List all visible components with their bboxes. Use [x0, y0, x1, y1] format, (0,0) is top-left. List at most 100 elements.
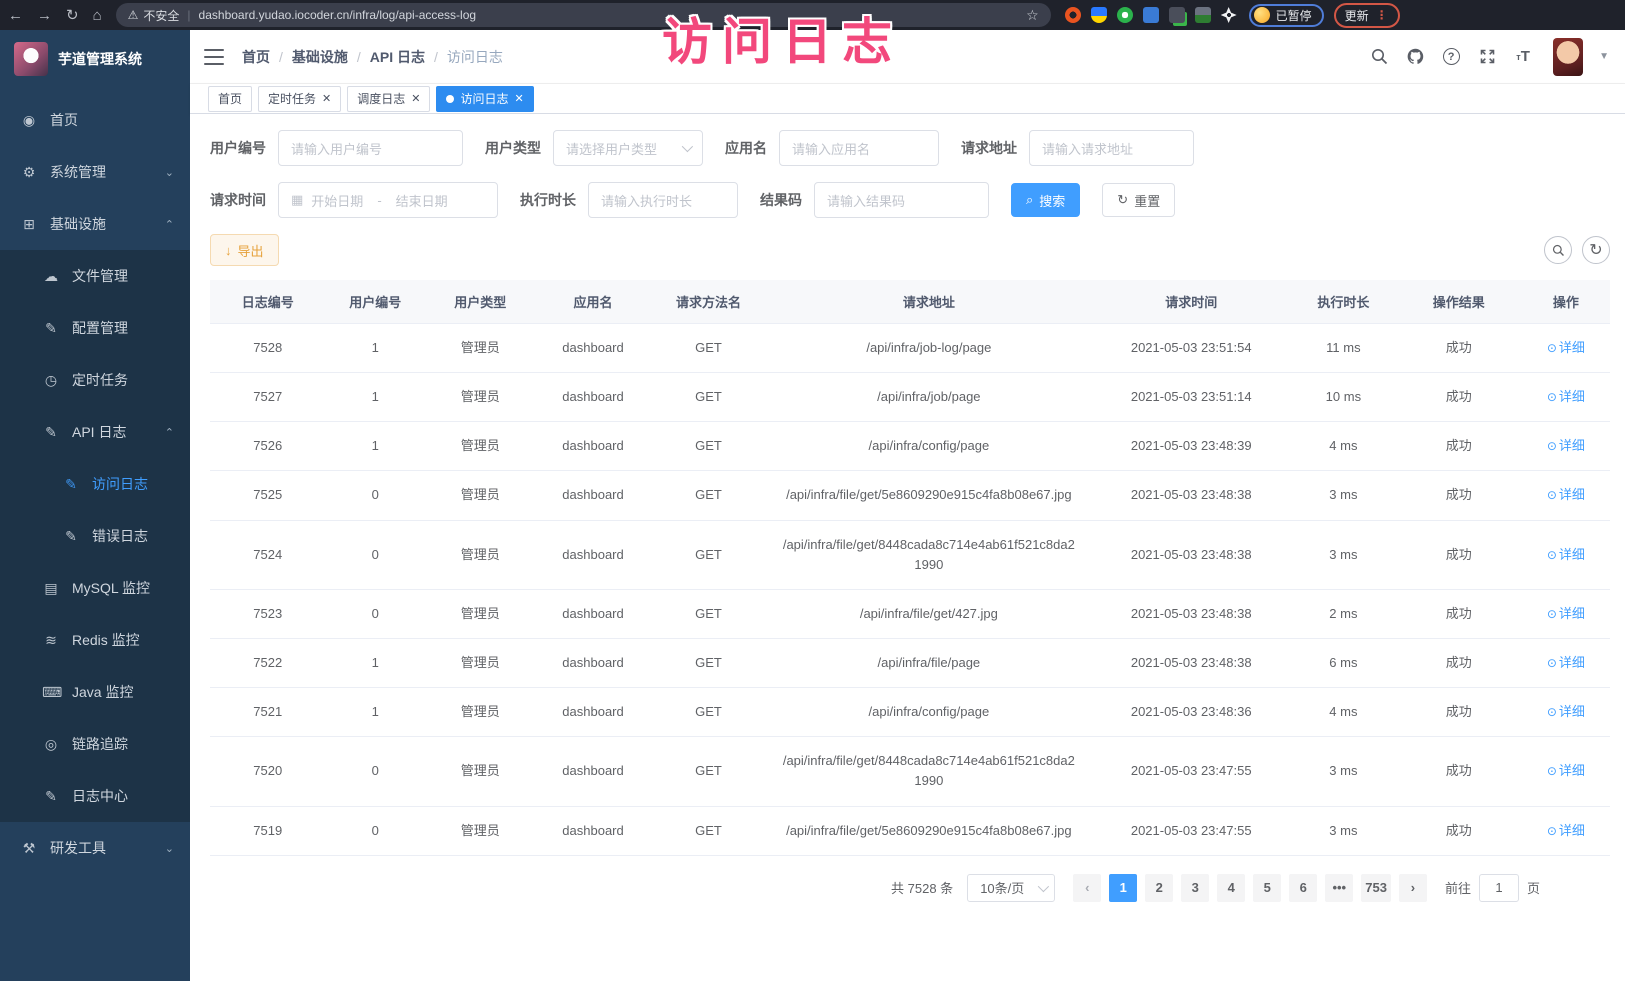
用户编号-input[interactable]: 请输入用户编号: [278, 130, 463, 166]
sidebar-item-5[interactable]: ◷定时任务: [0, 354, 190, 406]
sidebar-item-1[interactable]: ⚙系统管理⌄: [0, 146, 190, 198]
reset-button[interactable]: ↻重置: [1102, 183, 1175, 217]
page-button-5[interactable]: 5: [1253, 874, 1281, 902]
column-header-6: 请求时间: [1092, 280, 1291, 324]
page-size-select[interactable]: 10条/页: [967, 874, 1055, 902]
close-icon[interactable]: ✕: [515, 92, 524, 105]
breadcrumb-item[interactable]: 首页: [242, 47, 270, 67]
应用名-input[interactable]: 请输入应用名: [779, 130, 939, 166]
extension-icon[interactable]: [1091, 7, 1107, 23]
table-row: 75190管理员dashboardGET/api/infra/file/get/…: [210, 806, 1610, 855]
search-icon[interactable]: [1369, 47, 1389, 67]
jump-page-input[interactable]: 1: [1479, 874, 1519, 902]
detail-link[interactable]: ⊙详细: [1547, 389, 1585, 404]
next-page-button[interactable]: ›: [1399, 874, 1427, 902]
detail-link[interactable]: ⊙详细: [1547, 340, 1585, 355]
page-button-2[interactable]: 2: [1145, 874, 1173, 902]
fullscreen-icon[interactable]: [1477, 47, 1497, 67]
breadcrumb-item[interactable]: 基础设施: [292, 47, 348, 67]
profile-paused-badge[interactable]: 已暂停: [1249, 4, 1324, 27]
sidebar-item-9[interactable]: ▤MySQL 监控: [0, 562, 190, 614]
browser-menu-icon[interactable]: ⋮: [1376, 8, 1389, 22]
extension-icon[interactable]: [1169, 7, 1185, 23]
toggle-search-button[interactable]: [1544, 236, 1572, 264]
执行时长-input[interactable]: 请输入执行时长: [588, 182, 738, 218]
search-button[interactable]: ⌕搜索: [1011, 183, 1080, 217]
结果码-input[interactable]: 请输入结果码: [814, 182, 989, 218]
cell-user_type: 管理员: [425, 806, 535, 855]
refresh-button[interactable]: ↻: [1582, 236, 1610, 264]
date-range-picker[interactable]: ▦开始日期-结束日期: [278, 182, 498, 218]
app-logo[interactable]: 芋道管理系统: [0, 30, 190, 94]
sidebar-item-13[interactable]: ✎日志中心: [0, 770, 190, 822]
cell-url: /api/infra/file/get/5e8609290e915c4fa8b0…: [766, 471, 1091, 520]
tab-访问日志[interactable]: 访问日志✕: [436, 86, 533, 112]
sidebar-item-12[interactable]: ◎链路追踪: [0, 718, 190, 770]
cell-id: 7520: [210, 737, 325, 806]
bookmark-star-icon[interactable]: ☆: [1026, 7, 1039, 24]
sidebar-item-label: 文件管理: [72, 266, 128, 286]
cell-actions: ⊙详细: [1522, 471, 1610, 520]
detail-link-label: 详细: [1559, 704, 1585, 719]
browser-forward-icon[interactable]: →: [37, 7, 52, 24]
sidebar-item-4[interactable]: ✎配置管理: [0, 302, 190, 354]
extension-icon[interactable]: [1143, 7, 1159, 23]
sidebar-item-11[interactable]: ⌨Java 监控: [0, 666, 190, 718]
page-button-1[interactable]: 1: [1109, 874, 1137, 902]
extension-icon[interactable]: [1065, 7, 1081, 23]
tab-调度日志[interactable]: 调度日志✕: [347, 86, 430, 112]
sidebar-item-3[interactable]: ☁文件管理: [0, 250, 190, 302]
browser-update-button[interactable]: 更新 ⋮: [1334, 3, 1400, 28]
cell-method: GET: [651, 589, 766, 638]
sidebar-item-10[interactable]: ≋Redis 监控: [0, 614, 190, 666]
browser-home-icon[interactable]: ⌂: [93, 7, 102, 24]
address-bar[interactable]: ⚠ 不安全 | dashboard.yudao.iocoder.cn/infra…: [116, 3, 1051, 27]
sidebar-item-0[interactable]: ◉首页: [0, 94, 190, 146]
请求地址-input[interactable]: 请输入请求地址: [1029, 130, 1194, 166]
browser-back-icon[interactable]: ←: [8, 7, 23, 24]
page-button-4[interactable]: 4: [1217, 874, 1245, 902]
用户类型-select[interactable]: 请选择用户类型: [553, 130, 703, 166]
detail-link[interactable]: ⊙详细: [1547, 763, 1585, 778]
eye-icon: ⊙: [1547, 548, 1557, 562]
detail-link[interactable]: ⊙详细: [1547, 655, 1585, 670]
infra-icon: ⊞: [20, 216, 38, 233]
sidebar-toggle-icon[interactable]: [204, 49, 224, 65]
page-button-6[interactable]: 6: [1289, 874, 1317, 902]
extension-icon[interactable]: [1221, 7, 1237, 23]
prev-page-button[interactable]: ‹: [1073, 874, 1101, 902]
close-icon[interactable]: ✕: [411, 92, 420, 105]
detail-link[interactable]: ⊙详细: [1547, 487, 1585, 502]
breadcrumb-item[interactable]: API 日志: [370, 47, 425, 67]
help-icon[interactable]: ?: [1441, 47, 1461, 67]
extension-icon[interactable]: [1195, 7, 1211, 23]
paused-badge-label: 已暂停: [1276, 7, 1312, 24]
sidebar-item-label: Java 监控: [72, 682, 133, 702]
detail-link[interactable]: ⊙详细: [1547, 823, 1585, 838]
detail-link[interactable]: ⊙详细: [1547, 606, 1585, 621]
detail-link[interactable]: ⊙详细: [1547, 704, 1585, 719]
extension-icon[interactable]: [1117, 7, 1133, 23]
page-button-3[interactable]: 3: [1181, 874, 1209, 902]
cell-actions: ⊙详细: [1522, 422, 1610, 471]
browser-reload-icon[interactable]: ↻: [66, 6, 79, 24]
detail-link[interactable]: ⊙详细: [1547, 438, 1585, 453]
sidebar-item-7[interactable]: ✎访问日志: [0, 458, 190, 510]
more-pages-button[interactable]: •••: [1325, 874, 1353, 902]
detail-link[interactable]: ⊙详细: [1547, 547, 1585, 562]
user-avatar[interactable]: [1553, 38, 1583, 76]
tab-首页[interactable]: 首页: [208, 86, 252, 112]
cell-app: dashboard: [535, 520, 650, 589]
cell-duration: 4 ms: [1291, 422, 1396, 471]
sidebar-item-8[interactable]: ✎错误日志: [0, 510, 190, 562]
page-button-753[interactable]: 753: [1361, 874, 1391, 902]
chevron-down-icon[interactable]: ▼: [1599, 51, 1609, 62]
sidebar-item-14[interactable]: ⚒研发工具⌄: [0, 822, 190, 874]
export-button[interactable]: ↓ 导出: [210, 234, 279, 266]
close-icon[interactable]: ✕: [322, 92, 331, 105]
tab-定时任务[interactable]: 定时任务✕: [258, 86, 341, 112]
font-size-icon[interactable]: тT: [1513, 47, 1533, 67]
sidebar-item-6[interactable]: ✎API 日志⌃: [0, 406, 190, 458]
github-icon[interactable]: [1405, 47, 1425, 67]
sidebar-item-2[interactable]: ⊞基础设施⌃: [0, 198, 190, 250]
